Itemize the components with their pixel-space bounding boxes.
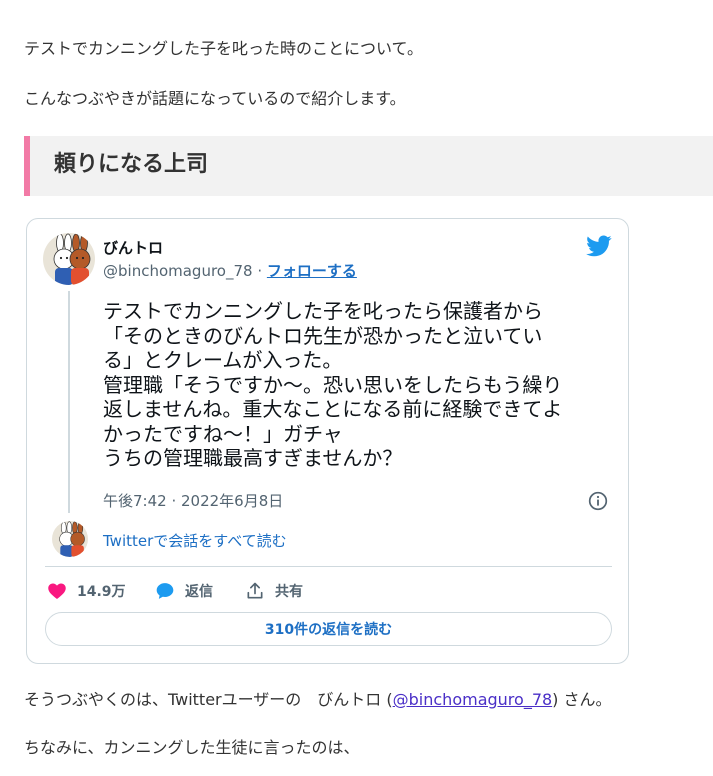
read-conversation-link[interactable]: Twitterで会話をすべて読む (103, 532, 287, 550)
tweet-author-handle-row: @binchomaguro_78 · フォローする (103, 262, 357, 280)
intro-text-1: テストでカンニングした子を叱った時のことについて。 (24, 39, 424, 58)
tweet-text: テストでカンニングした子を叱ったら保護者から 「そのときのびんトロ先生が恐かった… (103, 299, 613, 471)
tweet-text-line: テストでカンニングした子を叱ったら保護者から (103, 299, 543, 323)
avatar-small[interactable] (52, 521, 88, 557)
follow-button[interactable]: フォローする (267, 262, 357, 280)
section-heading: 頼りになる上司 (24, 136, 713, 196)
reply-button[interactable]: 返信 (155, 579, 213, 603)
outro-suffix: ) さん。 (552, 690, 612, 709)
like-button[interactable]: 14.9万 (47, 579, 126, 603)
tweet-text-line: る」とクレームが入った。 (103, 348, 343, 372)
reply-bubble-icon (156, 583, 174, 599)
read-replies-button[interactable]: 310件の返信を読む (45, 612, 612, 646)
tweet-text-line: 「そのときのびんトロ先生が恐かったと泣いてい (103, 323, 543, 348)
tweet-text-line: うちの管理職最高すぎませんか？ (103, 446, 403, 470)
tweet-text-line: 管理職「そうですか～。恐い思いをしたらもう繰り (103, 372, 563, 397)
avatar-image (43, 233, 95, 285)
share-icon (247, 582, 263, 599)
handle-separator: · (252, 262, 267, 280)
outro-prefix: そうつぶやくのは、Twitterユーザーの びんトロ ( (24, 690, 393, 709)
avatar-small-image (52, 521, 88, 557)
divider (45, 566, 612, 567)
thread-line (68, 291, 70, 513)
tweet-author-name[interactable]: びんトロ (103, 239, 163, 257)
reply-label: 返信 (185, 584, 213, 600)
tweet-author-handle[interactable]: @binchomaguro_78 (103, 262, 253, 280)
tweet-timestamp[interactable]: 午後7:42 · 2022年6月8日 (103, 492, 283, 510)
avatar[interactable] (43, 233, 95, 285)
heart-icon (48, 583, 66, 599)
tweet-text-line: かったですね～！」ガチャ (103, 421, 343, 446)
embedded-tweet-card[interactable]: びんトロ @binchomaguro_78 · フォローする テストでカンニング… (26, 218, 629, 664)
closing-text: ちなみに、カンニングした生徒に言ったのは、 (24, 738, 360, 757)
user-profile-link[interactable]: @binchomaguro_78 (393, 690, 553, 709)
like-count: 14.9万 (77, 584, 126, 600)
outro-text: そうつぶやくのは、Twitterユーザーの びんトロ (@binchomagur… (24, 689, 612, 711)
intro-text-2: こんなつぶやきが話題になっているので紹介します。 (24, 89, 406, 108)
section-heading-text: 頼りになる上司 (54, 152, 209, 177)
share-button[interactable]: 共有 (245, 579, 303, 603)
twitter-bird-icon[interactable] (586, 233, 612, 259)
tweet-text-line: 返しませんね。重大なことになる前に経験できてよ (103, 397, 563, 421)
share-label: 共有 (275, 584, 303, 600)
info-icon[interactable] (588, 491, 608, 511)
